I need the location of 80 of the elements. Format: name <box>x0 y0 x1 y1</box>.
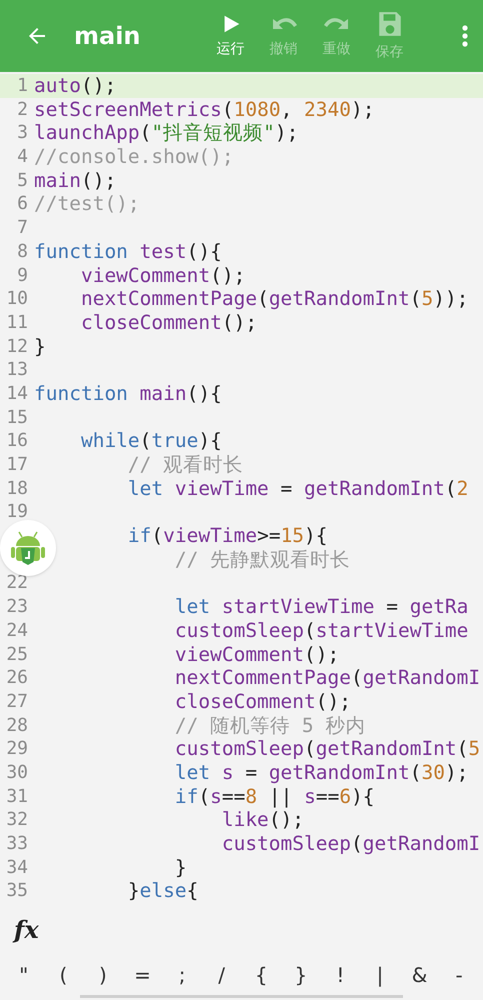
line-number: 31 <box>6 784 28 808</box>
code-line: viewComment(); <box>174 642 340 666</box>
code-line: //test(); <box>34 192 140 216</box>
line-number: 3 <box>17 121 28 146</box>
code-line: customSleep(getRandomInt(5 <box>174 737 480 761</box>
line-number: 12 <box>6 334 28 358</box>
code-line: closeComment(); <box>174 690 351 714</box>
line-number: 15 <box>6 406 28 430</box>
line-number: 28 <box>6 714 28 738</box>
code-line: viewComment(); <box>80 264 246 288</box>
code-line: closeComment(); <box>80 310 258 335</box>
line-number: 24 <box>6 618 28 642</box>
code-line: // 随机等待 5 秒内 <box>174 714 366 738</box>
line-number: 4 <box>17 145 28 169</box>
code-line: while(true){ <box>80 429 222 453</box>
line-number: 30 <box>6 760 28 785</box>
line-number: 23 <box>6 595 28 619</box>
code-line: setScreenMetrics(1080, 2340); <box>34 98 374 122</box>
code-line: main(); <box>34 168 116 192</box>
line-number: 33 <box>6 832 28 856</box>
save-icon <box>376 10 402 38</box>
line-number: 29 <box>6 737 28 761</box>
symbol-key[interactable]: } <box>284 960 318 990</box>
line-number: 8 <box>17 240 28 264</box>
screen-title: main <box>74 21 142 52</box>
line-number: 19 <box>6 500 28 524</box>
code-line: customSleep(getRandomI <box>220 832 480 856</box>
line-number: 25 <box>6 642 28 666</box>
line-number: 9 <box>17 264 28 288</box>
code-line: launchApp("抖音短视频"); <box>34 121 298 146</box>
line-number: 11 <box>6 310 28 335</box>
line-number: 27 <box>6 690 28 714</box>
code-line: function test(){ <box>34 240 222 264</box>
symbol-key[interactable]: " <box>6 960 41 990</box>
code-line: nextCommentPage(getRandomI <box>174 666 480 690</box>
line-number: 5 <box>17 168 28 192</box>
code-line: }else{ <box>126 879 198 904</box>
symbol-key[interactable]: & <box>402 960 437 990</box>
symbol-key[interactable]: ! <box>323 960 358 990</box>
code-line: } <box>174 856 187 880</box>
line-number: 1 <box>17 74 28 98</box>
code-line: // 观看时长 <box>126 453 244 477</box>
function-button[interactable]: fx <box>14 912 39 948</box>
line-number: 17 <box>6 453 28 477</box>
more-icon <box>462 25 468 47</box>
symbol-key[interactable]: ) <box>86 960 120 990</box>
code-line: let viewTime = getRandomInt(2 <box>126 476 468 500</box>
symbol-key[interactable]: / <box>204 960 239 990</box>
line-number: 7 <box>17 216 28 240</box>
code-line: nextCommentPage(getRandomInt(5)); <box>80 287 468 311</box>
symbol-key[interactable]: | <box>362 960 397 990</box>
code-line: let startViewTime = getRa <box>174 595 468 619</box>
line-number: 6 <box>17 192 28 216</box>
symbol-key[interactable]: ( <box>46 960 80 990</box>
line-number: 10 <box>6 287 28 311</box>
line-number: 16 <box>6 429 28 453</box>
code-line: let s = getRandomInt(30); <box>174 760 468 785</box>
floating-android-button[interactable] <box>0 520 56 576</box>
line-number: 34 <box>6 856 28 880</box>
code-line: if(viewTime>=15){ <box>126 524 328 548</box>
line-number: 35 <box>6 879 28 904</box>
code-line: if(s==8 || s==6){ <box>174 784 375 808</box>
symbol-key[interactable]: = <box>126 960 160 990</box>
line-number: 14 <box>6 382 28 406</box>
code-line: customSleep(startViewTime <box>174 618 468 642</box>
code-line: //console.show(); <box>34 145 234 169</box>
symbol-key[interactable]: { <box>244 960 278 990</box>
code-line: } <box>34 334 46 358</box>
code-line: // 先静默观看时长 <box>174 548 350 572</box>
symbol-key[interactable]: - <box>442 960 476 990</box>
code-line: like(); <box>220 808 304 832</box>
line-number: 32 <box>6 808 28 832</box>
line-number: 26 <box>6 666 28 690</box>
line-number: 22 <box>6 571 28 596</box>
line-number: 18 <box>6 476 28 500</box>
code-line: function main(){ <box>34 382 222 406</box>
line-number: 13 <box>6 358 28 382</box>
line-number: 2 <box>17 98 28 122</box>
code-line: auto(); <box>34 74 116 98</box>
symbol-key[interactable]: ; <box>165 960 200 990</box>
